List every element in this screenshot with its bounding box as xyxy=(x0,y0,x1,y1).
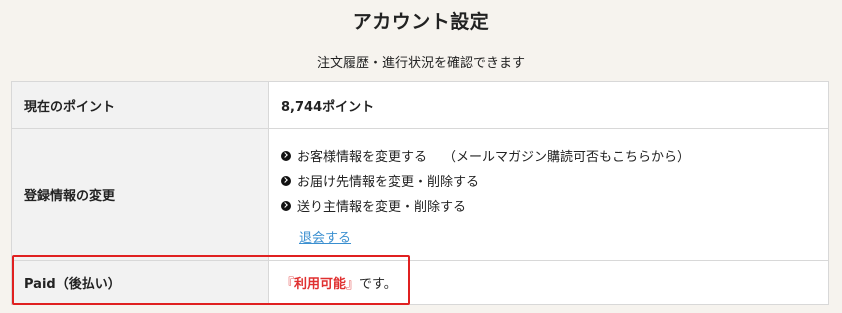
page-subtitle: 注文履歴・進行状況を確認できます xyxy=(316,56,525,71)
edit-sender-info-link[interactable]: 送り主情報を変更・削除する xyxy=(297,196,466,215)
circle-arrow-right-icon xyxy=(281,150,291,161)
list-item[interactable]: お届け先情報を変更・削除する xyxy=(281,168,828,193)
registration-cell: お客様情報を変更する （メールマガジン購読可否もこちらから） お届け先情報を変更… xyxy=(268,128,829,261)
page-title: アカウント設定 xyxy=(352,11,490,33)
paid-bracket-open: 『 xyxy=(281,277,295,292)
paid-status-suffix: です。 xyxy=(359,277,397,292)
table-row-registration: 登録情報の変更 お客様情報を変更する （メールマガジン購読可否もこちらから） お… xyxy=(11,128,829,261)
newsletter-note: （メールマガジン購読可否もこちらから） xyxy=(443,150,691,165)
paid-status-value: 利用可能 xyxy=(294,277,347,292)
circle-arrow-right-icon xyxy=(281,175,291,186)
account-info-table: 現在のポイント 8,744ポイント 登録情報の変更 お客様情報を変更する （メー… xyxy=(11,81,829,305)
points-cell: 8,744ポイント xyxy=(268,81,829,129)
table-row-points: 現在のポイント 8,744ポイント xyxy=(11,81,829,129)
paid-label: Paid（後払い） xyxy=(11,260,269,305)
paid-cell: 『利用可能』です。 xyxy=(268,260,829,305)
table-row-paid: Paid（後払い） 『利用可能』です。 xyxy=(11,260,829,305)
registration-link-list: お客様情報を変更する （メールマガジン購読可否もこちらから） お届け先情報を変更… xyxy=(281,143,828,218)
edit-customer-info-link[interactable]: お客様情報を変更する xyxy=(297,146,427,165)
paid-status-text: 『利用可能』です。 xyxy=(281,277,397,292)
points-value: 8,744ポイント xyxy=(281,99,375,115)
registration-label: 登録情報の変更 xyxy=(11,128,269,261)
circle-arrow-right-icon xyxy=(281,200,291,211)
withdraw-link[interactable]: 退会する xyxy=(299,227,351,246)
paid-bracket-close: 』 xyxy=(346,277,360,292)
list-item[interactable]: 送り主情報を変更・削除する xyxy=(281,193,828,218)
edit-delivery-address-link[interactable]: お届け先情報を変更・削除する xyxy=(297,171,479,190)
list-item[interactable]: お客様情報を変更する （メールマガジン購読可否もこちらから） xyxy=(281,143,828,168)
points-label: 現在のポイント xyxy=(11,81,269,129)
